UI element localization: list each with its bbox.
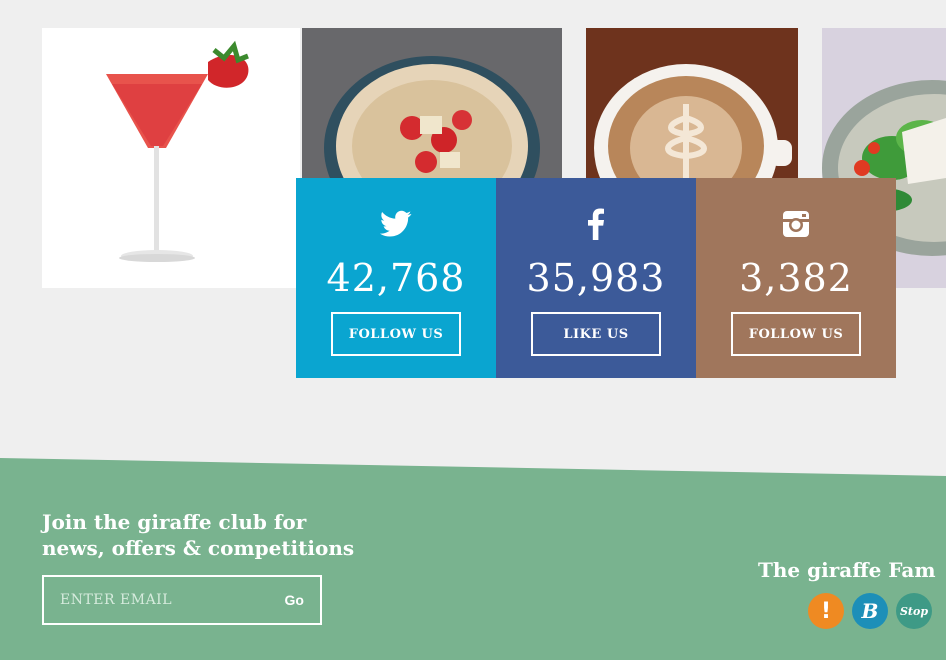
- newsletter-heading-line-2: news, offers & competitions: [42, 536, 355, 560]
- twitter-bird-icon: [296, 208, 496, 240]
- family-heading: The giraffe Fam: [758, 558, 936, 582]
- newsletter-form: Go: [42, 575, 322, 625]
- newsletter-heading-line-1: Join the giraffe club for: [42, 510, 307, 534]
- twitter-follower-count: 42,768: [326, 256, 466, 300]
- email-input[interactable]: [60, 577, 260, 623]
- instagram-follow-button[interactable]: FOLLOW US: [731, 312, 861, 356]
- instagram-follower-count: 3,382: [739, 256, 853, 300]
- facebook-tile: 35,983 LIKE US: [496, 178, 696, 378]
- go-button[interactable]: Go: [285, 577, 304, 623]
- b-brand-icon[interactable]: B: [852, 593, 888, 629]
- facebook-like-count: 35,983: [526, 256, 666, 300]
- twitter-tile: 42,768 FOLLOW US: [296, 178, 496, 378]
- facebook-like-button[interactable]: LIKE US: [531, 312, 661, 356]
- newsletter-heading: Join the giraffe club for news, offers &…: [42, 509, 354, 561]
- cocktail-photo: [42, 28, 300, 288]
- instagram-tile: 3,382 FOLLOW US: [696, 178, 896, 378]
- instagram-camera-icon: [696, 208, 896, 240]
- exclamation-brand-icon[interactable]: !: [808, 593, 844, 629]
- twitter-follow-button[interactable]: FOLLOW US: [331, 312, 461, 356]
- facebook-f-icon: [496, 208, 696, 240]
- stop-brand-icon[interactable]: Stop: [896, 593, 932, 629]
